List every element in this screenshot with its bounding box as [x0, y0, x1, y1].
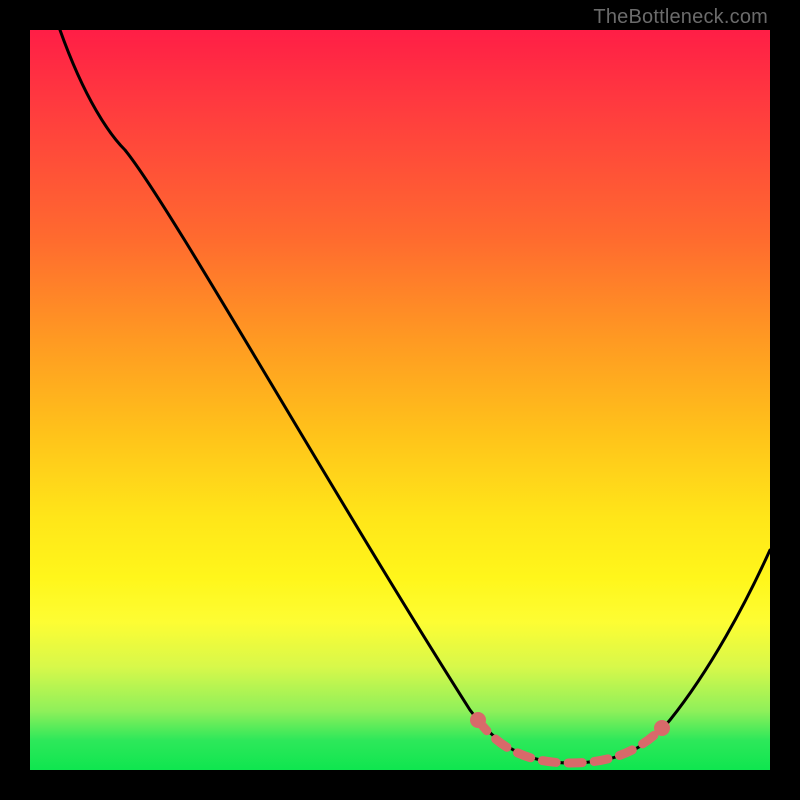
- highlight-dot-right: [654, 720, 670, 736]
- valley-highlight: [478, 720, 662, 763]
- bottleneck-curve: [60, 30, 770, 763]
- chart-svg: [30, 30, 770, 770]
- highlight-dot-left: [470, 712, 486, 728]
- watermark-text: TheBottleneck.com: [593, 6, 768, 29]
- chart-frame: TheBottleneck.com: [0, 0, 800, 800]
